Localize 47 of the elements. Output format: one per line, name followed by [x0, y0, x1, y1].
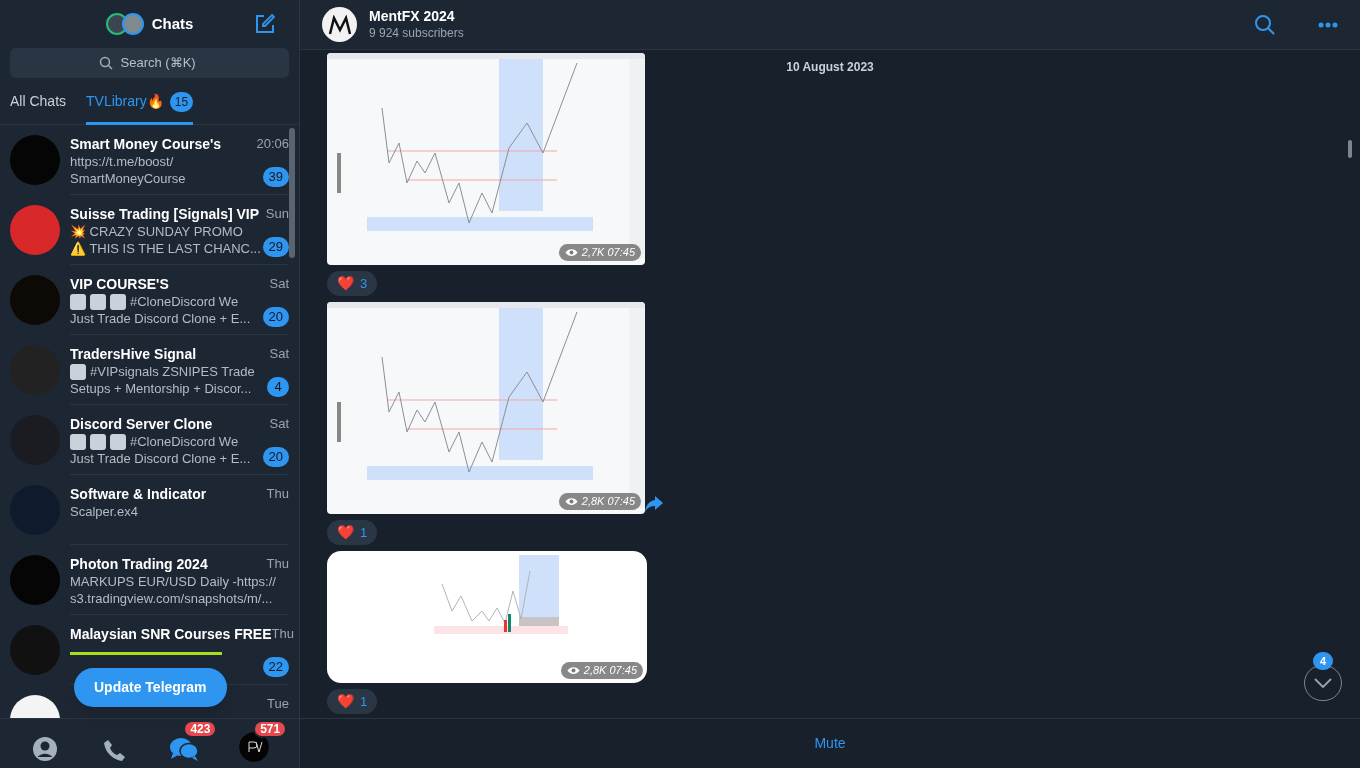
unread-badge: 423 [183, 719, 218, 738]
view-count-badge: 2,8K 07:45 [560, 662, 643, 679]
message-preview: 💥 CRAZY SUNDAY PROMO [70, 223, 243, 240]
message-preview: https://t.me/boost/ [70, 153, 174, 170]
message-preview: Just Trade Discord Clone + E... [70, 450, 251, 467]
unread-badge: 4 [1313, 652, 1333, 670]
message-preview: ⚠ THIS IS THE LAST CHANC... [70, 240, 261, 257]
chat-time: Sat [269, 275, 289, 293]
message-preview: s3.tradingview.com/snapshots/m/... [70, 590, 273, 607]
chat-time: Thu [266, 555, 289, 573]
chat-time: Tue [267, 695, 289, 713]
unread-badge: 29 [262, 237, 289, 257]
chat-time: Sat [269, 345, 289, 363]
chat-time: Thu [271, 625, 294, 643]
message-preview: MARKUPS EUR/USD Daily -https:// [70, 573, 276, 590]
unread-badge: 15 [169, 91, 194, 112]
message-preview: SmartMoneyCourse [70, 170, 186, 187]
chat-time: 20:06 [256, 135, 289, 153]
message-preview: Just Trade Discord Clone + E... [70, 310, 251, 327]
view-count-badge: 2,7K 07:45 [558, 244, 641, 261]
unread-badge: 571 [253, 719, 288, 738]
chat-time: Sat [269, 415, 289, 433]
chat-time: Sun [265, 205, 289, 223]
message-preview: Scalper.ex4 [70, 503, 138, 520]
unread-badge: 4 [267, 377, 289, 397]
unread-badge: 20 [262, 447, 289, 467]
chat-name: Suisse Trading [Signals] VIP [70, 205, 260, 223]
message-preview: #VIPsignals ZSNIPES Trade [90, 363, 255, 380]
view-count-badge: 2,8K 07:45 [558, 493, 641, 510]
chat-time: Thu [266, 485, 289, 503]
sidebar-title: Chats [151, 13, 194, 34]
chat-name: TradersHive Signal [70, 345, 197, 363]
chat-name: VIP COURSE'S [70, 275, 169, 293]
subscriber-count: 9 924 subscribers [369, 25, 464, 41]
unread-badge: 20 [262, 307, 289, 327]
chat-name: Photon Trading 2024 [70, 555, 208, 573]
chat-name: Smart Money Course's [70, 135, 222, 153]
unread-badge: 39 [262, 167, 289, 187]
message-preview: #CloneDiscord We [130, 293, 239, 310]
search-input: Search (⌘K) [120, 53, 201, 73]
chat-name: Malaysian SNR Courses FREE [70, 625, 272, 643]
chat-name: Software & Indicator [70, 485, 207, 503]
message-preview: #CloneDiscord We [130, 433, 239, 450]
date-label: 10 August 2023 [786, 59, 874, 76]
unread-badge: 22 [262, 657, 289, 677]
chat-name: Discord Server Clone [70, 415, 213, 433]
message-preview: Setups + Mentorship + Discor... [70, 380, 252, 397]
